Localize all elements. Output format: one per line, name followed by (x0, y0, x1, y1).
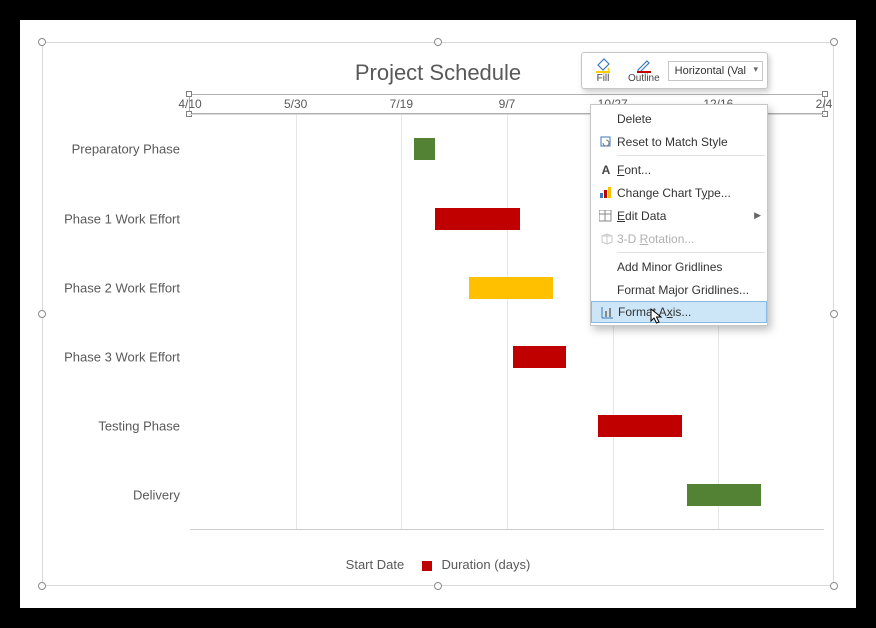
selection-handle[interactable] (434, 38, 442, 46)
menu-delete[interactable]: Delete (591, 107, 767, 130)
menu-3d-rotation: 3-D Rotation... (591, 227, 767, 250)
menu-label: Delete (617, 112, 652, 126)
menu-format-axis[interactable]: Format Axis... (591, 301, 767, 323)
selection-handle[interactable] (830, 310, 838, 318)
edit-data-icon (595, 207, 617, 225)
gridline (401, 115, 402, 529)
paint-bucket-icon (594, 57, 612, 73)
menu-format-major-gridlines[interactable]: Format Major Gridlines... (591, 278, 767, 301)
gantt-bar[interactable] (687, 484, 761, 506)
x-tick-label: 2/4 (816, 97, 833, 111)
axis-icon (596, 303, 618, 321)
reset-icon (595, 133, 617, 151)
category-label: Phase 2 Work Effort (45, 280, 190, 295)
blank-icon (595, 110, 617, 128)
selection-handle[interactable] (830, 38, 838, 46)
menu-label: Edit Data (617, 209, 666, 223)
cube-icon (595, 230, 617, 248)
menu-label: Format Axis... (618, 305, 691, 319)
gantt-bar[interactable] (414, 138, 435, 160)
menu-label: Reset to Match Style (617, 135, 728, 149)
menu-label: 3-D Rotation... (617, 232, 694, 246)
fill-button[interactable]: Fill (586, 56, 620, 85)
selection-handle[interactable] (38, 582, 46, 590)
category-label: Testing Phase (45, 418, 190, 433)
menu-label: Format Major Gridlines... (617, 283, 749, 297)
submenu-arrow-icon: ▶ (754, 210, 761, 221)
outline-label: Outline (628, 73, 660, 84)
gantt-bar[interactable] (435, 208, 520, 230)
legend-entry-start: Start Date (346, 557, 405, 572)
gantt-bar[interactable] (598, 415, 683, 437)
gantt-bar[interactable] (469, 277, 554, 299)
selection-handle[interactable] (830, 582, 838, 590)
chart-type-icon (595, 184, 617, 202)
menu-font[interactable]: A Font... (591, 158, 767, 181)
selection-handle[interactable] (434, 582, 442, 590)
menu-label: Change Chart Type... (617, 186, 731, 200)
x-tick-label: 9/7 (499, 97, 516, 111)
blank-icon (595, 281, 617, 299)
menu-label: Font... (617, 163, 651, 177)
menu-change-chart-type[interactable]: Change Chart Type... (591, 181, 767, 204)
menu-separator (617, 252, 765, 253)
axis-selector-dropdown[interactable]: Horizontal (Val (668, 61, 763, 81)
menu-add-minor-gridlines[interactable]: Add Minor Gridlines (591, 255, 767, 278)
category-label: Delivery (45, 487, 190, 502)
blank-icon (595, 258, 617, 276)
legend-swatch-duration (422, 561, 432, 571)
x-tick-label: 5/30 (284, 97, 307, 111)
chart-canvas: Project Schedule 4/105/307/199/710/2712/… (20, 20, 856, 608)
x-tick-label: 7/19 (390, 97, 413, 111)
selection-handle[interactable] (38, 38, 46, 46)
menu-edit-data[interactable]: Edit Data ▶ (591, 204, 767, 227)
legend[interactable]: Start Date Duration (days) (20, 557, 856, 572)
gantt-bar[interactable] (513, 346, 566, 368)
legend-entry-duration: Duration (days) (441, 557, 530, 572)
category-label: Preparatory Phase (45, 142, 190, 157)
gridline (296, 115, 297, 529)
x-tick-label: 4/10 (178, 97, 201, 111)
menu-label: Add Minor Gridlines (617, 260, 722, 274)
category-label: Phase 1 Work Effort (45, 211, 190, 226)
gridline (507, 115, 508, 529)
fill-label: Fill (597, 73, 610, 84)
outline-button[interactable]: Outline (622, 56, 666, 85)
font-icon: A (595, 161, 617, 179)
pencil-outline-icon (635, 57, 653, 73)
context-menu: Delete Reset to Match Style A Font... Ch… (590, 104, 768, 326)
selection-handle[interactable] (38, 310, 46, 318)
menu-reset-style[interactable]: Reset to Match Style (591, 130, 767, 153)
menu-separator (617, 155, 765, 156)
mini-toolbar: Fill Outline Horizontal (Val (581, 52, 768, 89)
category-label: Phase 3 Work Effort (45, 349, 190, 364)
